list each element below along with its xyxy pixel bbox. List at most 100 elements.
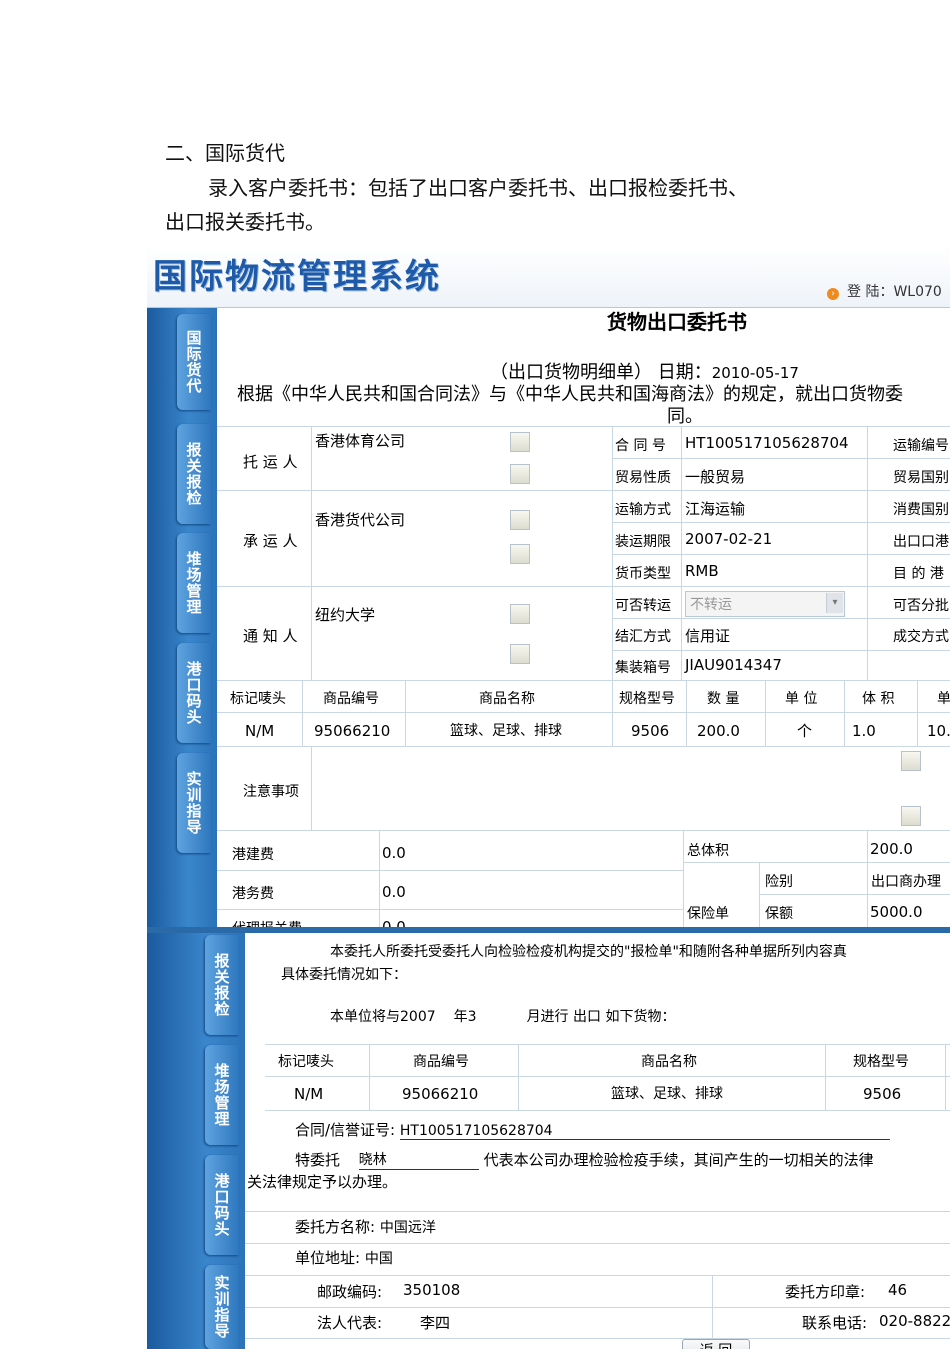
right-label-deal-terms: 成交方式 [893, 629, 949, 645]
screenshot-export-entrust-form: 国际物流管理系统 › 登 陆：WL070 国际货代 报关报检 堆场管理 港口码头 … [147, 245, 950, 927]
carrier-label: 承 运 人 [243, 532, 298, 550]
goods-cell-price: 10. [927, 722, 950, 740]
sidebar-item-port[interactable]: 港口码头 [205, 1155, 239, 1255]
client-name-field[interactable]: 中国远洋 [380, 1220, 436, 1236]
insurance-type-field[interactable]: 出口商办理 [871, 871, 941, 891]
delegate-prefix: 特委托 [295, 1151, 341, 1169]
notify-scroll-up[interactable] [510, 604, 530, 624]
ship-period-field[interactable]: 2007-02-21 [685, 530, 772, 548]
delegate-line-2: 关法律规定予以办理。 [247, 1173, 398, 1191]
screenshot-inspection-entrust-form: 报关报检 堆场管理 港口码头 实训指导 本委托人所委托受委托人向检验检疫机构提交… [147, 927, 950, 1349]
port-service-field[interactable]: 0.0 [382, 883, 406, 901]
sidebar-2: 报关报检 堆场管理 港口码头 实训指导 [147, 933, 247, 1349]
transship-select[interactable]: 不转运 ▾ [685, 591, 845, 617]
right-label-trade-country: 贸易国别 [893, 470, 949, 486]
carrier-scroll-up[interactable] [510, 510, 530, 530]
sidebar-item-yard[interactable]: 堆场管理 [205, 1045, 239, 1145]
sidebar-item-training[interactable]: 实训指导 [205, 1265, 239, 1349]
goods-header-spec: 规格型号 [619, 691, 675, 707]
shipper-scroll-up[interactable] [510, 432, 530, 452]
ship-period-label: 装运期限 [615, 534, 671, 550]
shipper-scroll-down[interactable] [510, 464, 530, 484]
delegate-suffix: 代表本公司办理检验检疫手续，其间产生的一切相关的法律 [483, 1151, 874, 1169]
notify-field[interactable]: 纽约大学 [315, 604, 375, 625]
agency-fee-field[interactable]: 0.0 [382, 918, 406, 927]
port-build-field[interactable]: 0.0 [382, 844, 406, 862]
currency-field[interactable]: RMB [685, 562, 719, 580]
inspect-cell-code: 95066210 [402, 1085, 479, 1103]
seal-field[interactable]: 46 [888, 1281, 907, 1299]
total-volume-field[interactable]: 200.0 [870, 840, 913, 858]
insurance-amount-field[interactable]: 5000.0 [870, 903, 923, 921]
transport-field[interactable]: 江海运输 [685, 498, 745, 519]
sidebar-item-customs[interactable]: 报关报检 [177, 424, 211, 524]
sidebar: 国际货代 报关报检 堆场管理 港口码头 实训指导 [147, 308, 217, 927]
insurance-type-label: 险别 [765, 874, 793, 890]
goods-header-qty: 数 量 [707, 691, 740, 707]
address-field[interactable]: 中国 [365, 1251, 393, 1267]
doc-paragraph-line1: 录入客户委托书：包括了出口客户委托书、出口报检委托书、 [208, 176, 748, 200]
inspect-header-spec: 规格型号 [853, 1054, 909, 1070]
inspect-contract-field[interactable]: HT100517105628704 [399, 1123, 890, 1140]
sidebar-item-training[interactable]: 实训指导 [177, 753, 211, 853]
phone-field[interactable]: 020-88222 [879, 1312, 950, 1330]
form-inspection-entrust: 本委托人所委托受委托人向检验检疫机构提交的"报检单"和随附各种单据所列内容真 具… [245, 933, 950, 1349]
right-label-transport-no: 运输编号 [893, 438, 949, 454]
sidebar-item-customs[interactable]: 报关报检 [205, 935, 239, 1035]
container-field[interactable]: JIAU9014347 [685, 656, 782, 674]
agency-fee-label: 代理报关费 [232, 918, 302, 927]
inspect-header-name: 商品名称 [641, 1054, 697, 1070]
login-status[interactable]: › 登 陆：WL070 [827, 281, 942, 301]
port-service-label: 港务费 [232, 886, 274, 902]
address-label: 单位地址: [295, 1249, 361, 1267]
container-label: 集装箱号 [615, 660, 671, 676]
transport-label: 运输方式 [615, 502, 671, 518]
carrier-scroll-down[interactable] [510, 544, 530, 564]
phone-label: 联系电话: [802, 1314, 868, 1332]
notes-scroll-up[interactable] [901, 751, 921, 771]
settle-field[interactable]: 信用证 [685, 625, 730, 646]
law-statement: 根据《中华人民共和国合同法》与《中华人民共和国海商法》的规定，就出口货物委 [237, 384, 903, 405]
sidebar-item-freight[interactable]: 国际货代 [177, 314, 211, 410]
inspect-cell-spec: 9506 [863, 1085, 902, 1103]
plan-month: 月进行 出口 如下货物： [526, 1009, 676, 1025]
notes-label: 注意事项 [243, 784, 299, 800]
delegate-name-field[interactable]: 晓林 [358, 1149, 479, 1170]
inspect-contract-label: 合同/信誉证号: [295, 1121, 396, 1139]
login-label: 登 陆：WL070 [847, 284, 942, 300]
chevron-down-icon: ▾ [826, 593, 843, 613]
goods-cell-volume: 1.0 [852, 722, 876, 740]
notes-textarea[interactable] [315, 748, 895, 828]
goods-header-code: 商品编号 [323, 691, 379, 707]
inspect-header-code: 商品编号 [413, 1054, 469, 1070]
intro-line-2: 具体委托情况如下： [281, 967, 407, 983]
notes-scroll-down[interactable] [901, 806, 921, 826]
postcode-field[interactable]: 350108 [403, 1281, 460, 1299]
app-banner: 国际物流管理系统 › 登 陆：WL070 [147, 245, 950, 308]
shipper-field[interactable]: 香港体育公司 [315, 430, 405, 451]
app-title: 国际物流管理系统 [153, 257, 441, 297]
form-export-entrust: 货物出口委托书 （出口货物明细单） 日期：2010-05-17 根据《中华人民共… [217, 308, 950, 927]
right-label-partial: 可否分批 [893, 598, 949, 614]
legal-rep-field[interactable]: 李四 [420, 1312, 450, 1333]
intro-line: 本委托人所委托受委托人向检验检疫机构提交的"报检单"和随附各种单据所列内容真 [330, 944, 847, 960]
return-button[interactable]: 返 回 [682, 1339, 750, 1349]
inspect-cell-mark: N/M [294, 1085, 324, 1103]
goods-cell-mark: N/M [245, 722, 275, 740]
goods-header-unit: 单 位 [785, 691, 818, 707]
trade-nature-field[interactable]: 一般贸易 [685, 466, 745, 487]
seal-label: 委托方印章: [785, 1283, 866, 1301]
sidebar-item-yard[interactable]: 堆场管理 [177, 533, 211, 633]
client-name-label: 委托方名称: [295, 1218, 376, 1236]
contract-field[interactable]: HT100517105628704 [685, 434, 849, 452]
trade-nature-label: 贸易性质 [615, 470, 671, 486]
plan-line: 本单位将与2007 年3 月进行 出口 如下货物： [330, 1006, 675, 1026]
insurance-label: 保险单 [687, 906, 729, 922]
postcode-label: 邮政编码: [317, 1283, 383, 1301]
goods-cell-qty: 200.0 [697, 722, 740, 740]
notify-scroll-down[interactable] [510, 644, 530, 664]
goods-cell-name: 篮球、足球、排球 [450, 723, 562, 739]
carrier-field[interactable]: 香港货代公司 [315, 509, 405, 530]
sidebar-item-port[interactable]: 港口码头 [177, 643, 211, 743]
goods-cell-unit: 个 [797, 722, 813, 740]
